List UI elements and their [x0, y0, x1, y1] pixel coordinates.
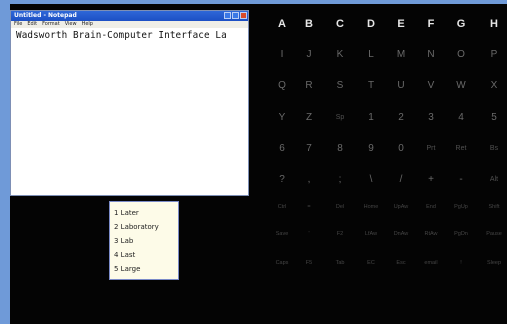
notepad-title: Untitled - Notepad — [14, 12, 77, 19]
window-controls — [224, 12, 247, 19]
key-5-1[interactable]: 6 — [267, 141, 297, 157]
key-6-2[interactable]: , — [294, 172, 324, 188]
key-8-3[interactable]: F2 — [325, 226, 355, 242]
key-9-6[interactable]: email — [416, 255, 446, 271]
minimize-icon[interactable] — [224, 12, 231, 19]
key-9-7[interactable]: ! — [446, 255, 476, 271]
key-3-7[interactable]: W — [446, 78, 476, 94]
menu-view[interactable]: View — [65, 21, 77, 28]
key-8-5[interactable]: DnAw — [386, 226, 416, 242]
key-2-5[interactable]: M — [386, 47, 416, 63]
prediction-item[interactable]: 1 Later — [110, 206, 178, 220]
key-2-8[interactable]: P — [479, 47, 507, 63]
prediction-item[interactable]: 3 Lab — [110, 234, 178, 248]
menu-help[interactable]: Help — [82, 21, 93, 28]
key-3-1[interactable]: Q — [267, 78, 297, 94]
key-7-6[interactable]: End — [416, 199, 446, 215]
close-icon[interactable] — [240, 12, 247, 19]
key-1-3[interactable]: C — [325, 16, 355, 32]
key-3-5[interactable]: U — [386, 78, 416, 94]
key-4-2[interactable]: Z — [294, 110, 324, 126]
key-7-2[interactable]: = — [294, 199, 324, 215]
key-5-5[interactable]: 0 — [386, 141, 416, 157]
key-8-1[interactable]: Save — [267, 226, 297, 242]
key-9-3[interactable]: Tab — [325, 255, 355, 271]
prediction-item[interactable]: 2 Laboratory — [110, 220, 178, 234]
prediction-item[interactable]: 5 Large — [110, 262, 178, 276]
notepad-window[interactable]: Untitled - Notepad File Edit Format View… — [10, 10, 249, 196]
key-3-4[interactable]: T — [356, 78, 386, 94]
key-7-3[interactable]: Del — [325, 199, 355, 215]
key-9-2[interactable]: F5 — [294, 255, 324, 271]
notepad-text-area[interactable]: Wadsworth Brain-Computer Interface La — [16, 30, 248, 41]
key-6-1[interactable]: ? — [267, 172, 297, 188]
key-6-5[interactable]: / — [386, 172, 416, 188]
menu-edit[interactable]: Edit — [27, 21, 37, 28]
key-6-6[interactable]: + — [416, 172, 446, 188]
key-3-3[interactable]: S — [325, 78, 355, 94]
key-5-7[interactable]: Ret — [446, 141, 476, 157]
key-5-3[interactable]: 8 — [325, 141, 355, 157]
key-4-8[interactable]: 5 — [479, 110, 507, 126]
key-1-5[interactable]: E — [386, 16, 416, 32]
key-8-8[interactable]: Pause — [479, 226, 507, 242]
key-7-5[interactable]: UpAw — [386, 199, 416, 215]
key-5-6[interactable]: Prt — [416, 141, 446, 157]
notepad-title-bar[interactable]: Untitled - Notepad — [11, 11, 248, 21]
key-6-3[interactable]: ; — [325, 172, 355, 188]
key-4-5[interactable]: 2 — [386, 110, 416, 126]
key-2-4[interactable]: L — [356, 47, 386, 63]
key-2-7[interactable]: O — [446, 47, 476, 63]
key-6-8[interactable]: Alt — [479, 172, 507, 188]
key-1-7[interactable]: G — [446, 16, 476, 32]
key-8-4[interactable]: LfAw — [356, 226, 386, 242]
key-9-4[interactable]: EC — [356, 255, 386, 271]
menu-file[interactable]: File — [14, 21, 22, 28]
key-3-2[interactable]: R — [294, 78, 324, 94]
key-1-6[interactable]: F — [416, 16, 446, 32]
word-prediction-list: 1 Later 2 Laboratory 3 Lab 4 Last 5 Larg… — [109, 201, 179, 280]
key-2-3[interactable]: K — [325, 47, 355, 63]
key-9-8[interactable]: Sleep — [479, 255, 507, 271]
key-8-7[interactable]: PgDn — [446, 226, 476, 242]
prediction-item[interactable]: 4 Last — [110, 248, 178, 262]
key-4-4[interactable]: 1 — [356, 110, 386, 126]
key-1-2[interactable]: B — [294, 16, 324, 32]
key-5-2[interactable]: 7 — [294, 141, 324, 157]
key-5-8[interactable]: Bs — [479, 141, 507, 157]
key-4-3[interactable]: Sp — [325, 110, 355, 126]
key-3-6[interactable]: V — [416, 78, 446, 94]
key-6-7[interactable]: - — [446, 172, 476, 188]
key-2-2[interactable]: J — [294, 47, 324, 63]
key-4-7[interactable]: 4 — [446, 110, 476, 126]
key-3-8[interactable]: X — [479, 78, 507, 94]
maximize-icon[interactable] — [232, 12, 239, 19]
key-4-1[interactable]: Y — [267, 110, 297, 126]
key-6-4[interactable]: \ — [356, 172, 386, 188]
key-1-1[interactable]: A — [267, 16, 297, 32]
key-8-2[interactable]: ' — [294, 226, 324, 242]
key-2-6[interactable]: N — [416, 47, 446, 63]
key-9-5[interactable]: Esc — [386, 255, 416, 271]
key-7-7[interactable]: PgUp — [446, 199, 476, 215]
key-8-6[interactable]: RtAw — [416, 226, 446, 242]
menu-format[interactable]: Format — [42, 21, 60, 28]
key-5-4[interactable]: 9 — [356, 141, 386, 157]
key-9-1[interactable]: Caps — [267, 255, 297, 271]
key-4-6[interactable]: 3 — [416, 110, 446, 126]
key-2-1[interactable]: I — [267, 47, 297, 63]
key-1-8[interactable]: H — [479, 16, 507, 32]
key-7-1[interactable]: Ctrl — [267, 199, 297, 215]
notepad-menu-bar: File Edit Format View Help — [11, 21, 248, 28]
key-7-4[interactable]: Home — [356, 199, 386, 215]
key-7-8[interactable]: Shift — [479, 199, 507, 215]
key-1-4[interactable]: D — [356, 16, 386, 32]
